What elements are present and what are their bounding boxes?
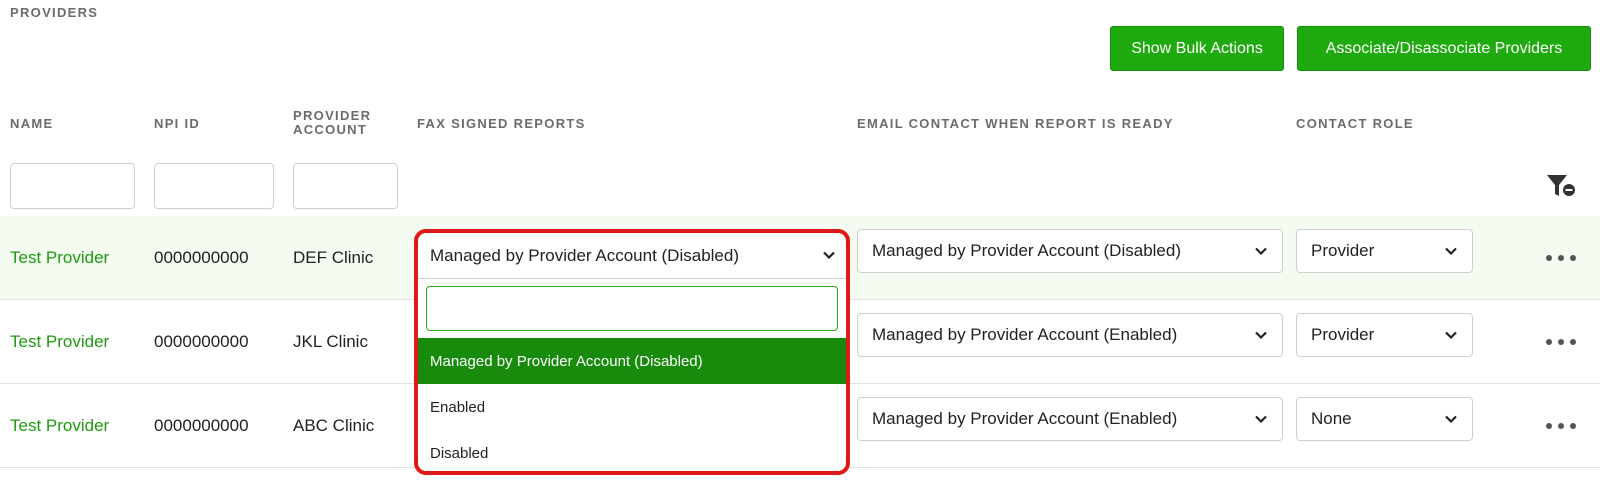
- column-header-email: EMAIL CONTACT WHEN REPORT IS READY: [857, 116, 1174, 131]
- provider-name-link[interactable]: Test Provider: [10, 300, 109, 383]
- npi-id: 0000000000: [154, 331, 249, 351]
- fax-signed-reports-dropdown[interactable]: Managed by Provider Account (Disabled) M…: [414, 229, 850, 475]
- chevron-down-icon: [1445, 415, 1457, 424]
- fax-dropdown-value: Managed by Provider Account (Disabled): [430, 245, 739, 265]
- provider-name-link[interactable]: Test Provider: [10, 216, 109, 299]
- chevron-down-icon: [1255, 415, 1267, 424]
- section-title: PROVIDERS: [10, 5, 99, 20]
- column-header-npi: NPI ID: [154, 116, 201, 131]
- npi-id: 0000000000: [154, 415, 249, 435]
- fax-option-disabled[interactable]: Disabled: [418, 430, 846, 471]
- associate-providers-button[interactable]: Associate/Disassociate Providers: [1297, 26, 1591, 71]
- chevron-down-icon: [823, 251, 835, 260]
- email-contact-select[interactable]: Managed by Provider Account (Enabled): [857, 397, 1283, 441]
- fax-dropdown-search-input[interactable]: [426, 286, 838, 331]
- contact-role-value: Provider: [1311, 325, 1375, 344]
- column-header-provider-account-line2: ACCOUNT: [293, 122, 368, 137]
- filter-clear-icon[interactable]: [1545, 172, 1577, 200]
- more-actions-icon[interactable]: [1546, 253, 1576, 263]
- chevron-down-icon: [1445, 247, 1457, 256]
- email-contact-select[interactable]: Managed by Provider Account (Enabled): [857, 313, 1283, 357]
- fax-dropdown-current[interactable]: Managed by Provider Account (Disabled): [418, 233, 846, 279]
- more-actions-icon[interactable]: [1546, 337, 1576, 347]
- chevron-down-icon: [1255, 331, 1267, 340]
- column-header-name: NAME: [10, 116, 54, 131]
- contact-role-value: Provider: [1311, 241, 1375, 260]
- column-header-provider-account: PROVIDER ACCOUNT: [293, 109, 371, 137]
- provider-name-link[interactable]: Test Provider: [10, 384, 109, 467]
- show-bulk-actions-button[interactable]: Show Bulk Actions: [1110, 26, 1284, 71]
- npi-filter-input[interactable]: [154, 163, 274, 209]
- email-contact-value: Managed by Provider Account (Enabled): [872, 409, 1178, 428]
- contact-role-value: None: [1311, 409, 1352, 428]
- email-contact-value: Managed by Provider Account (Enabled): [872, 325, 1178, 344]
- fax-option-enabled[interactable]: Enabled: [418, 384, 846, 430]
- more-actions-icon[interactable]: [1546, 421, 1576, 431]
- column-header-provider-account-line1: PROVIDER: [293, 108, 372, 123]
- provider-account: ABC Clinic: [293, 415, 375, 435]
- email-contact-value: Managed by Provider Account (Disabled): [872, 241, 1181, 260]
- contact-role-select[interactable]: Provider: [1296, 313, 1473, 357]
- column-header-fax: FAX SIGNED REPORTS: [417, 116, 586, 131]
- chevron-down-icon: [1445, 331, 1457, 340]
- contact-role-select[interactable]: Provider: [1296, 229, 1473, 273]
- name-filter-input[interactable]: [10, 163, 135, 209]
- npi-id: 0000000000: [154, 247, 249, 267]
- provider-account: DEF Clinic: [293, 247, 374, 267]
- column-header-role: CONTACT ROLE: [1296, 116, 1414, 131]
- account-filter-input[interactable]: [293, 163, 398, 209]
- email-contact-select[interactable]: Managed by Provider Account (Disabled): [857, 229, 1283, 273]
- provider-account: JKL Clinic: [293, 331, 368, 351]
- fax-option-managed[interactable]: Managed by Provider Account (Disabled): [418, 338, 846, 384]
- contact-role-select[interactable]: None: [1296, 397, 1473, 441]
- chevron-down-icon: [1255, 247, 1267, 256]
